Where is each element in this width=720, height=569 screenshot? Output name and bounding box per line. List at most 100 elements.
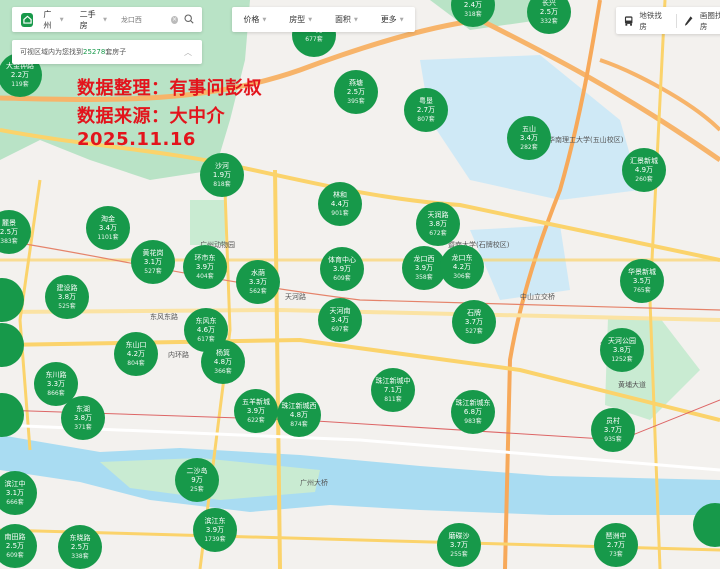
area-name: 林和 xyxy=(333,190,347,199)
subway-search-label: 地铁找房 xyxy=(639,10,662,31)
area-bubble[interactable]: 东山口 4.2万 804套 xyxy=(114,332,158,376)
area-bubble[interactable]: 天润路 3.8万 672套 xyxy=(416,202,460,246)
area-name: 沙河 xyxy=(215,161,229,170)
area-bubble[interactable]: 水荫 3.3万 562套 xyxy=(236,260,280,304)
city-dropdown[interactable]: 广州 ▼ xyxy=(43,9,63,31)
area-count: 255套 xyxy=(450,550,468,558)
filter-price[interactable]: 价格 ▼ xyxy=(243,14,266,25)
area-price: 3.9万 xyxy=(195,262,215,271)
area-price: 2.5万 xyxy=(0,227,19,236)
area-price: 7.1万 xyxy=(383,385,403,394)
area-price: 2.7万 xyxy=(416,105,436,114)
area-bubble[interactable]: 天河南 3.4万 697套 xyxy=(318,298,362,342)
area-price: 3.9万 xyxy=(414,263,434,272)
area-name: 东川路 xyxy=(45,370,67,379)
area-bubble[interactable]: 珠江新城西 4.8万 874套 xyxy=(277,393,321,437)
area-count: 804套 xyxy=(127,359,145,367)
result-count-bar: 可视区域内为您找到 25278 套房子 ︿ xyxy=(12,40,202,64)
area-name: 珠江新城东 xyxy=(455,398,491,407)
draw-search-button[interactable]: 画圈找房 xyxy=(676,10,720,32)
area-name: 珠江新城西 xyxy=(281,401,317,410)
chevron-up-icon[interactable]: ︿ xyxy=(184,47,192,58)
search-icon[interactable] xyxy=(184,13,194,26)
area-price: 3.3万 xyxy=(248,277,268,286)
area-price: 2.5万 xyxy=(539,7,559,16)
area-bubble[interactable]: 员村 3.7万 935套 xyxy=(591,408,635,452)
area-count: 901套 xyxy=(331,209,349,217)
area-name: 石牌 xyxy=(467,308,481,317)
area-bubble[interactable]: 粤垦 2.7万 807套 xyxy=(404,88,448,132)
result-prefix: 可视区域内为您找到 xyxy=(20,48,83,56)
area-price: 3.9万 xyxy=(205,525,225,534)
area-bubble[interactable]: 东晓路 2.5万 338套 xyxy=(58,525,102,569)
area-bubble[interactable]: 体育中心 3.9万 609套 xyxy=(320,247,364,291)
area-count: 338套 xyxy=(71,552,89,560)
area-count: 404套 xyxy=(196,272,214,280)
area-bubble[interactable]: 龙口东 4.2万 306套 xyxy=(440,245,484,289)
area-bubble[interactable]: 东湖 3.8万 371套 xyxy=(61,396,105,440)
area-bubble[interactable]: 磨碟沙 3.7万 255套 xyxy=(437,523,481,567)
overlay-source: 数据来源：大中介 xyxy=(77,106,225,127)
area-count: 525套 xyxy=(58,302,76,310)
area-count: 282套 xyxy=(520,143,538,151)
area-count: 366套 xyxy=(214,367,232,375)
search-input[interactable] xyxy=(120,15,171,24)
area-bubble[interactable]: 五羊新城 3.9万 622套 xyxy=(234,389,278,433)
area-bubble[interactable]: 黄花岗 3.1万 527套 xyxy=(131,240,175,284)
area-bubble[interactable]: 沙河 1.9万 818套 xyxy=(200,153,244,197)
filter-more[interactable]: 更多 ▼ xyxy=(381,14,404,25)
campus-area-2 xyxy=(470,225,570,300)
home-logo-icon[interactable] xyxy=(21,12,34,27)
area-name: 杨箕 xyxy=(216,348,230,357)
area-price: 3.7万 xyxy=(464,317,484,326)
area-bubble[interactable]: 石牌 3.7万 527套 xyxy=(452,300,496,344)
area-price: 4.2万 xyxy=(126,349,146,358)
area-bubble[interactable]: 建设路 3.8万 525套 xyxy=(45,275,89,319)
area-bubble[interactable]: 五山 3.4万 282套 xyxy=(507,116,551,160)
filter-label: 房型 xyxy=(289,15,306,24)
filter-area[interactable]: 面积 ▼ xyxy=(335,14,358,25)
area-count: 527套 xyxy=(465,327,483,335)
area-count: 935套 xyxy=(604,435,622,443)
area-name: 淘金 xyxy=(101,214,115,223)
area-bubble[interactable]: 华景新城 3.5万 765套 xyxy=(620,259,664,303)
area-name: 五山 xyxy=(522,124,536,133)
filter-bar: 价格 ▼ 房型 ▼ 面积 ▼ 更多 ▼ xyxy=(232,7,415,32)
area-count: 1252套 xyxy=(611,355,633,363)
area-bubble[interactable]: 林和 4.4万 901套 xyxy=(318,182,362,226)
area-name: 黄花岗 xyxy=(142,248,164,257)
area-price: 3.1万 xyxy=(143,257,163,266)
area-name: 天河公园 xyxy=(608,336,636,345)
area-bubble[interactable]: 汇景新城 4.9万 260套 xyxy=(622,148,666,192)
category-dropdown[interactable]: 二手房 ▼ xyxy=(80,9,107,31)
chevron-down-icon: ▼ xyxy=(103,16,107,23)
area-price: 3.4万 xyxy=(519,133,539,142)
area-bubble[interactable]: 二沙岛 9万 25套 xyxy=(175,458,219,502)
map-place-label: 东风东路 xyxy=(150,313,178,321)
category-label: 二手房 xyxy=(79,9,96,30)
area-bubble[interactable]: 天河公园 3.8万 1252套 xyxy=(600,328,644,372)
area-count: 527套 xyxy=(144,267,162,275)
area-count: 332套 xyxy=(540,17,558,25)
overlay-credit: 数据整理：有事问彭叔 xyxy=(77,78,262,99)
area-bubble[interactable]: 环市东 3.9万 404套 xyxy=(183,245,227,289)
result-suffix: 套房子 xyxy=(105,48,127,56)
area-bubble[interactable]: 琶洲中 2.7万 73套 xyxy=(594,523,638,567)
area-name: 五羊新城 xyxy=(242,397,270,406)
area-count: 609套 xyxy=(333,274,351,282)
area-price: 4.2万 xyxy=(452,262,472,271)
area-bubble[interactable]: 杨箕 4.8万 366套 xyxy=(201,340,245,384)
area-bubble[interactable]: 珠江新城东 6.8万 983套 xyxy=(451,390,495,434)
area-bubble[interactable]: 滨江东 3.9万 1739套 xyxy=(193,508,237,552)
subway-search-button[interactable]: 地铁找房 xyxy=(616,10,676,32)
area-bubble[interactable]: 珠江新城中 7.1万 811套 xyxy=(371,368,415,412)
area-bubble[interactable]: 燕塘 2.5万 395套 xyxy=(334,70,378,114)
filter-label: 更多 xyxy=(380,15,397,24)
area-bubble[interactable]: 淘金 3.4万 1101套 xyxy=(86,206,130,250)
filter-room-type[interactable]: 房型 ▼ xyxy=(289,14,312,25)
area-name: 东风东 xyxy=(195,316,217,325)
city-label: 广州 xyxy=(43,9,52,30)
clear-icon[interactable]: × xyxy=(170,15,179,24)
area-name: 龙口西 xyxy=(413,254,435,263)
area-count: 562套 xyxy=(249,287,267,295)
